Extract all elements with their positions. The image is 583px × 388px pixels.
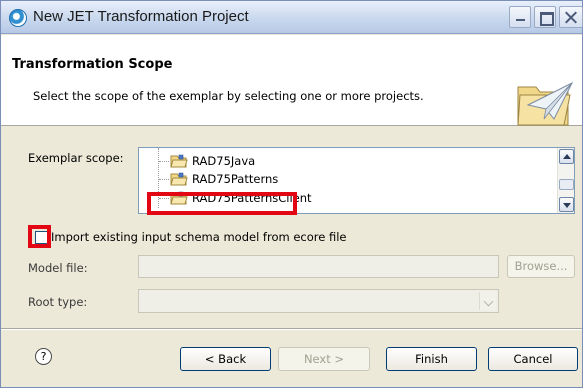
- wizard-dialog: New JET Transformation Project Transform…: [0, 0, 583, 388]
- page-title: Transformation Scope: [12, 57, 173, 72]
- window-title: New JET Transformation Project: [33, 8, 249, 25]
- list-item[interactable]: RAD75Java: [159, 152, 559, 170]
- finish-button[interactable]: Finish: [386, 347, 477, 371]
- wizard-banner: Transformation Scope Select the scope of…: [1, 35, 582, 126]
- page-description: Select the scope of the exemplar by sele…: [33, 89, 424, 103]
- import-schema-label[interactable]: Import existing input schema model from …: [51, 230, 347, 244]
- close-button[interactable]: [559, 6, 583, 28]
- maximize-button[interactable]: [534, 6, 556, 28]
- root-type-label: Root type:: [28, 295, 88, 309]
- exemplar-scope-label: Exemplar scope:: [28, 151, 124, 165]
- project-folder-icon: [170, 172, 188, 186]
- project-label: RAD75PatternsClient: [192, 191, 312, 205]
- eclipse-app-icon: [9, 9, 27, 27]
- project-folder-icon: [170, 191, 188, 205]
- root-type-select[interactable]: [138, 289, 499, 313]
- scroll-up-button[interactable]: [559, 149, 574, 164]
- back-button[interactable]: < Back: [180, 347, 271, 371]
- chevron-down-icon[interactable]: [479, 292, 496, 310]
- list-item[interactable]: RAD75PatternsClient: [159, 189, 559, 207]
- model-file-label: Model file:: [28, 261, 88, 275]
- cancel-button[interactable]: Cancel: [488, 347, 578, 371]
- project-label: RAD75Java: [192, 154, 256, 168]
- exemplar-scope-list[interactable]: RAD75Java RAD75Patterns RAD75PatternsCli…: [138, 147, 575, 214]
- list-item[interactable]: RAD75Patterns: [159, 170, 559, 188]
- help-icon[interactable]: ?: [35, 348, 52, 365]
- list-scrollbar[interactable]: [557, 148, 574, 213]
- folder-paper-plane-icon: [517, 81, 574, 126]
- scroll-down-button[interactable]: [559, 197, 574, 212]
- minimize-button[interactable]: [509, 6, 531, 28]
- import-schema-checkbox[interactable]: [35, 231, 48, 244]
- project-label: RAD75Patterns: [192, 172, 279, 186]
- title-bar[interactable]: New JET Transformation Project: [1, 1, 583, 34]
- footer-separator: [1, 328, 582, 330]
- next-button[interactable]: Next >: [278, 347, 370, 371]
- scroll-thumb[interactable]: [559, 179, 574, 190]
- project-folder-icon: [170, 154, 188, 168]
- model-file-input[interactable]: [138, 255, 499, 278]
- browse-button[interactable]: Browse...: [507, 255, 575, 278]
